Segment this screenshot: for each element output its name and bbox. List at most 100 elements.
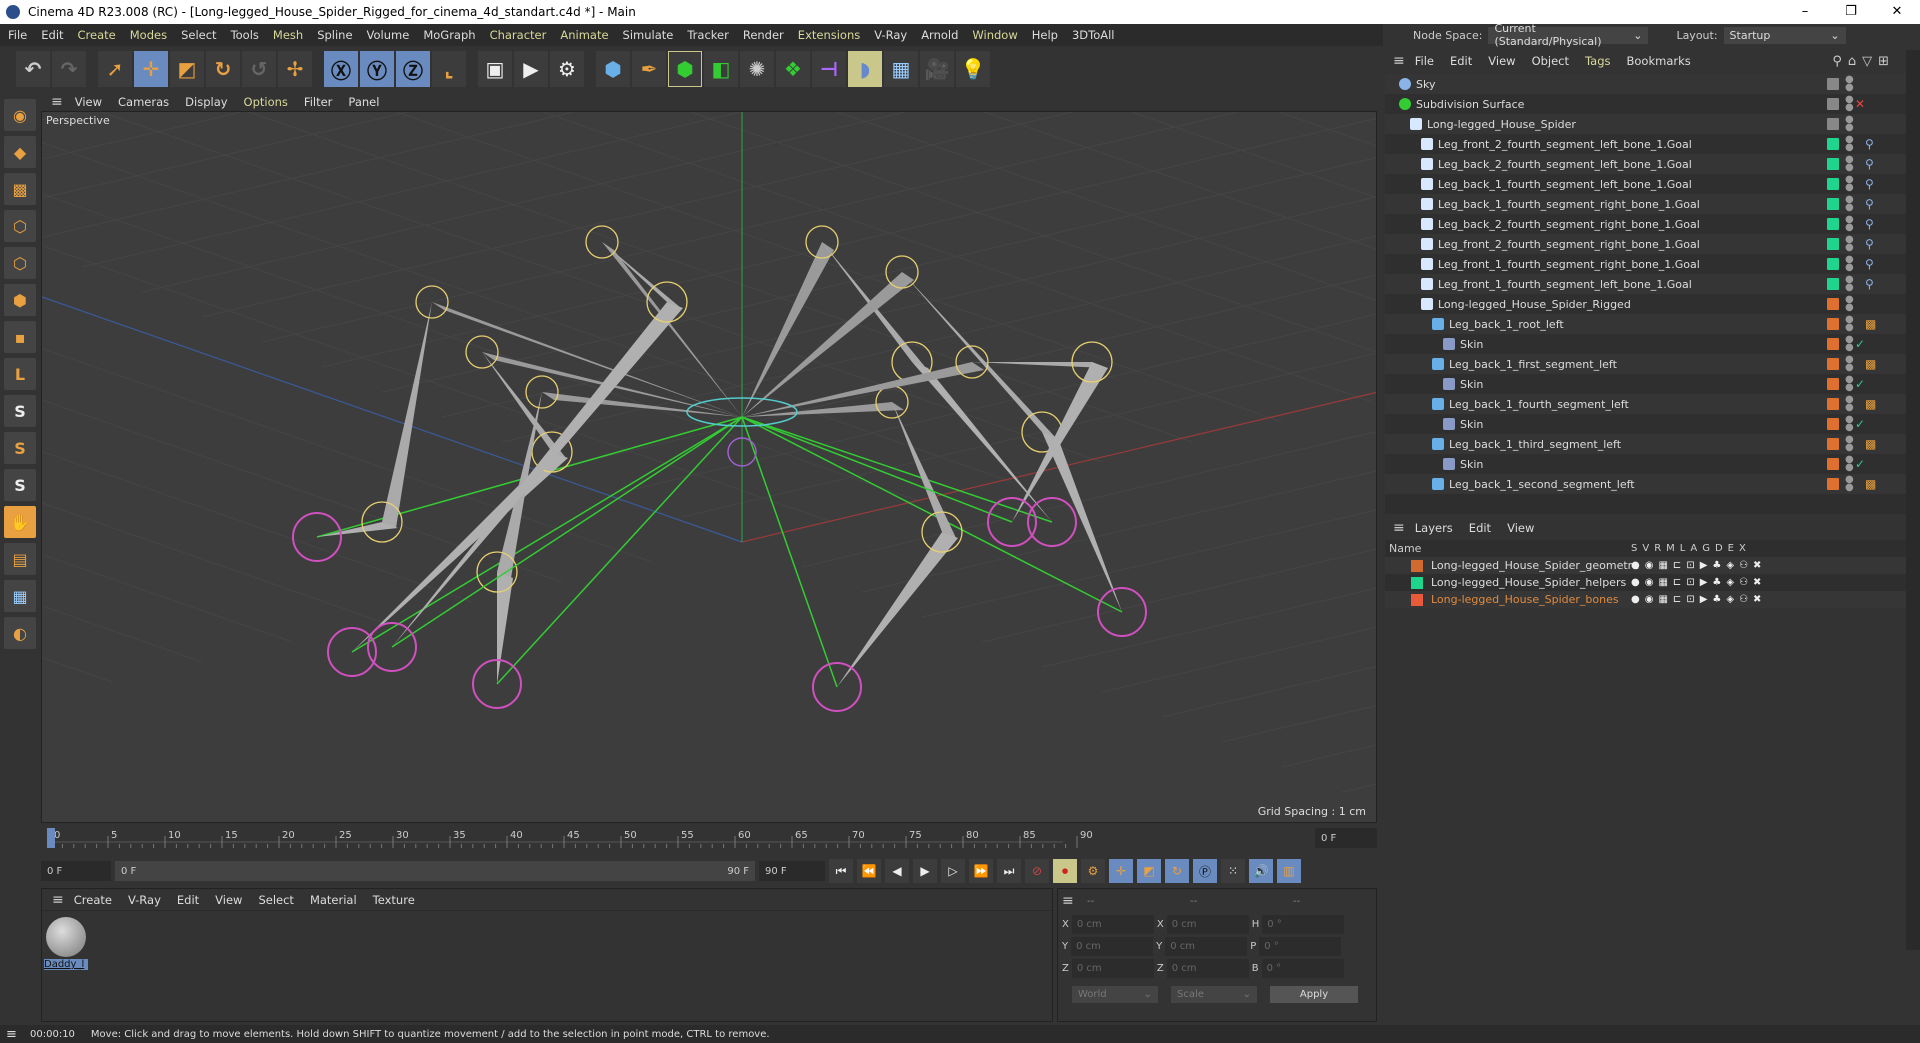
visibility-dots-icon[interactable]: ● ●	[1845, 435, 1854, 453]
object-row[interactable]: Leg_back_1_fourth_segment_left_bone_1.Go…	[1385, 174, 1907, 194]
key-scale-icon[interactable]: ◩	[1137, 859, 1161, 883]
record-keys-icon[interactable]: ⊘	[1025, 859, 1049, 883]
menu-character[interactable]: Character	[490, 28, 547, 42]
object-row[interactable]: Leg_front_1_fourth_segment_left_bone_1.G…	[1385, 274, 1907, 294]
menu-help[interactable]: Help	[1032, 28, 1058, 42]
viewport-hamburger-icon[interactable]: ≡	[51, 94, 63, 110]
node-space-dropdown[interactable]: Current (Standard/Physical) ⌄	[1488, 22, 1649, 48]
keyframe-selection-icon[interactable]: ⚙	[1081, 859, 1105, 883]
tweak-icon[interactable]: ✋	[4, 506, 36, 538]
model-mode-icon[interactable]: ◆	[4, 136, 36, 168]
expression-icon[interactable]: ⚇	[1739, 577, 1748, 588]
manager-icon[interactable]: ⊏	[1673, 594, 1681, 605]
layer-color-swatch[interactable]	[1827, 398, 1839, 410]
layers-hamburger-icon[interactable]: ≡	[1393, 520, 1405, 536]
visibility-dots-icon[interactable]: ● ●	[1845, 335, 1854, 353]
light-icon[interactable]: 💡	[956, 51, 990, 87]
points-mode-icon[interactable]: ⬡	[4, 210, 36, 242]
layer-color-swatch[interactable]	[1827, 478, 1839, 490]
deformer-icon[interactable]: ◈	[1726, 577, 1734, 588]
menu-view[interactable]: View	[1488, 54, 1515, 68]
visibility-dots-icon[interactable]: ● ●	[1845, 115, 1854, 133]
object-row[interactable]: Leg_back_1_root_left ● ● ▩	[1385, 314, 1907, 334]
check-icon[interactable]: ✓	[1855, 457, 1865, 471]
menu-arnold[interactable]: Arnold	[921, 28, 958, 42]
menu-tracker[interactable]: Tracker	[687, 28, 729, 42]
scale-tool-icon[interactable]: ◩	[170, 51, 204, 87]
axis-mode-icon[interactable]: L	[4, 358, 36, 390]
key-pla-icon[interactable]: ⁙	[1221, 859, 1245, 883]
play-icon[interactable]: ▶	[913, 859, 937, 883]
key-parameter-icon[interactable]: Ⓟ	[1193, 859, 1217, 883]
visibility-dots-icon[interactable]: ● ●	[1845, 175, 1854, 193]
om-hamburger-icon[interactable]: ≡	[1393, 53, 1405, 69]
deformer-icon[interactable]: ◈	[1726, 594, 1734, 605]
workplane-icon[interactable]: ▤	[4, 543, 36, 575]
weight-tag-icon[interactable]: ▩	[1865, 477, 1876, 491]
key-rotation-icon[interactable]: ↻	[1165, 859, 1189, 883]
layer-color-swatch[interactable]	[1827, 218, 1839, 230]
playhead[interactable]	[47, 828, 55, 848]
minimize-button[interactable]: –	[1782, 0, 1828, 24]
lock-icon[interactable]: ⊡	[1686, 594, 1694, 605]
weight-tag-icon[interactable]: ▩	[1865, 317, 1876, 331]
menu-edit[interactable]: Edit	[1469, 521, 1491, 535]
redo-icon[interactable]: ↷	[52, 51, 86, 87]
z-axis-icon[interactable]: Ⓩ	[396, 51, 430, 87]
object-row[interactable]: Leg_front_1_fourth_segment_right_bone_1.…	[1385, 254, 1907, 274]
layer-color-swatch[interactable]	[1827, 378, 1839, 390]
visibility-dots-icon[interactable]: ● ●	[1845, 75, 1854, 93]
render-icon[interactable]: ▦	[1658, 577, 1667, 588]
coordinate-system-icon[interactable]: ⌞	[432, 51, 466, 87]
coord-field[interactable]: 0 cm	[1166, 914, 1249, 934]
menu-create[interactable]: Create	[74, 893, 112, 907]
layer-color-swatch[interactable]	[1827, 78, 1839, 90]
expression-icon[interactable]: ⚇	[1739, 594, 1748, 605]
manager-icon[interactable]: ⊏	[1673, 577, 1681, 588]
layer-color-swatch[interactable]	[1827, 298, 1839, 310]
solo-icon[interactable]: ●	[1631, 560, 1640, 571]
layer-color-swatch[interactable]	[1827, 138, 1839, 150]
menu-edit[interactable]: Edit	[1450, 54, 1472, 68]
visibility-dots-icon[interactable]: ● ●	[1845, 215, 1854, 233]
object-row[interactable]: Sky ● ●	[1385, 74, 1907, 94]
coord-field[interactable]: 0 °	[1259, 936, 1342, 956]
disabled-x-icon[interactable]: ✕	[1855, 97, 1865, 111]
timeline-window-icon[interactable]: ▥	[1277, 859, 1301, 883]
layer-color-swatch[interactable]	[1411, 559, 1423, 572]
object-row[interactable]: Leg_back_1_fourth_segment_left ● ● ▩	[1385, 394, 1907, 414]
cloner-icon[interactable]: ❖	[776, 51, 810, 87]
layer-color-swatch[interactable]	[1827, 458, 1839, 470]
check-icon[interactable]: ✓	[1855, 337, 1865, 351]
menu-animate[interactable]: Animate	[560, 28, 608, 42]
layer-color-swatch[interactable]	[1827, 98, 1839, 110]
snap-icon[interactable]: S	[4, 395, 36, 427]
generator-icon[interactable]: ♣	[1712, 560, 1721, 571]
previous-key-icon[interactable]: ⏪	[857, 859, 881, 883]
layer-row[interactable]: Long-legged_House_Spider_bones ● ◉ ▦ ⊏ ⊡ ▶ ♣ ◈ ⚇ ✖	[1385, 591, 1907, 608]
visibility-dots-icon[interactable]: ● ●	[1845, 415, 1854, 433]
solo-icon[interactable]: ●	[1631, 594, 1640, 605]
menu-bookmarks[interactable]: Bookmarks	[1627, 54, 1691, 68]
menu-edit[interactable]: Edit	[41, 28, 63, 42]
visibility-dots-icon[interactable]: ● ●	[1845, 95, 1854, 113]
object-row[interactable]: Skin ● ● ✓	[1385, 454, 1907, 474]
object-row[interactable]: Leg_back_1_second_segment_left ● ● ▩	[1385, 474, 1907, 494]
coord-field[interactable]: 0 cm	[1071, 958, 1154, 978]
menu-tags[interactable]: Tags	[1585, 54, 1610, 68]
next-frame-icon[interactable]: ▷	[941, 859, 965, 883]
layer-color-swatch[interactable]	[1411, 576, 1423, 589]
axis-tool-icon[interactable]: ✢	[278, 51, 312, 87]
visibility-dots-icon[interactable]: ● ●	[1845, 155, 1854, 173]
menu-volume[interactable]: Volume	[367, 28, 410, 42]
end-frame-field[interactable]: 90 F	[759, 861, 825, 881]
visibility-dots-icon[interactable]: ● ●	[1845, 135, 1854, 153]
previous-frame-icon[interactable]: ◀	[885, 859, 909, 883]
layer-color-swatch[interactable]	[1827, 358, 1839, 370]
visibility-dots-icon[interactable]: ● ●	[1845, 255, 1854, 273]
pen-icon[interactable]: ✒	[632, 51, 666, 87]
visibility-dots-icon[interactable]: ● ●	[1845, 375, 1854, 393]
menu-spline[interactable]: Spline	[317, 28, 352, 42]
material-item[interactable]: Daddy_l	[44, 917, 88, 970]
generator-icon[interactable]: ♣	[1712, 594, 1721, 605]
